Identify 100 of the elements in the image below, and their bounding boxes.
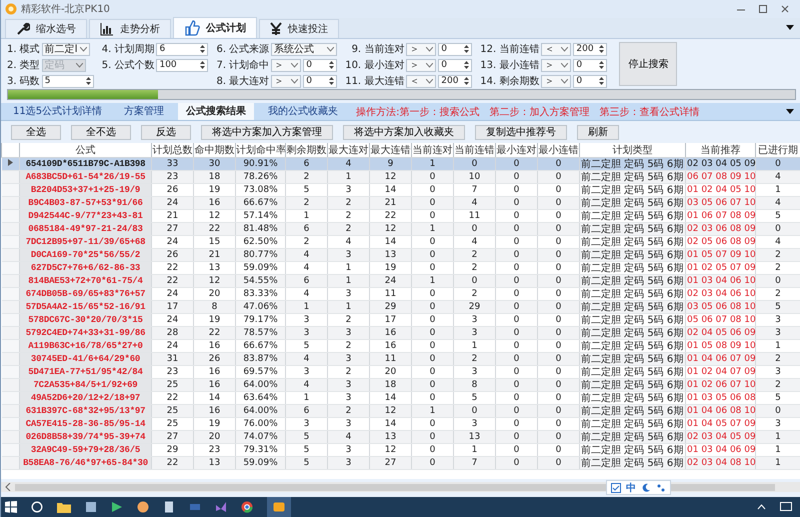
sub-tab[interactable]: 11选5公式计划详情 [5,103,110,120]
browser-icon[interactable] [241,501,253,513]
spinner-arrows-icon[interactable] [598,43,606,55]
number-field[interactable]: 0 [573,58,608,72]
operator-dropdown[interactable]: ＞ [541,74,572,88]
maximize-icon[interactable] [758,4,768,14]
dropdown-field[interactable]: 前二定l [42,42,90,56]
column-header[interactable]: 当前连对 [412,143,454,158]
dots-icon[interactable] [656,482,666,492]
column-header[interactable]: 命中期数 [194,143,236,158]
spinner-arrows-icon[interactable] [463,75,470,87]
operator-dropdown[interactable]: ＞ [406,58,436,72]
action-button[interactable]: 将选中方案加入方案管理 [201,124,333,140]
windows-icon[interactable] [5,501,17,513]
operator-dropdown[interactable]: ＜ [541,42,572,56]
spinner-arrows-icon[interactable] [463,43,470,55]
table-row[interactable]: A683BC5D+61-54*26/19-55 23 18 78.26% 2 1 12 0 10 0 0 前二定胆 定码 5码 6期 06 07 08 09 10 4 [2,170,800,184]
main-tab[interactable]: 缩水选号 [5,19,87,38]
column-header[interactable]: 公式 [20,143,152,158]
column-header[interactable]: 最小连对 [496,143,538,158]
dropdown-caret-icon[interactable] [786,25,794,31]
table-row[interactable]: 7C2A535+84/5+1/92+69 25 16 64.00% 4 3 18 0 8 0 0 前二定胆 定码 5码 6期 01 02 06 07 10 2 [2,378,800,392]
operator-dropdown[interactable]: ＞ [541,58,572,72]
search-circle-icon[interactable] [31,501,43,513]
number-field[interactable]: 0 [438,42,472,56]
close-icon[interactable] [780,4,790,14]
sub-tab[interactable]: 公式搜索结果 [178,103,254,120]
action-button[interactable]: 反选 [141,124,191,140]
dropdown-field[interactable]: 系统公式 [271,42,338,56]
main-tab[interactable]: 走势分析 [89,19,171,38]
column-header[interactable]: 计划类型 [580,143,686,158]
column-header[interactable]: 当前推荐 [686,143,756,158]
table-row[interactable]: 631B397C-68*32+95/13*97 25 16 64.00% 6 2 12 1 0 0 0 前二定胆 定码 5码 6期 01 04 06 08 10 0 [2,404,800,418]
number-field[interactable]: 100 [156,58,208,72]
number-field[interactable]: 6 [156,42,208,56]
app-icon[interactable] [85,501,97,513]
number-field[interactable]: 5 [42,74,94,88]
main-tab[interactable]: 快速投注 [259,19,339,38]
operator-dropdown[interactable]: ＜ [406,74,436,88]
number-field[interactable]: 0 [573,74,608,88]
table-cell: 0 [454,404,496,418]
folder-icon[interactable] [57,501,71,513]
column-header[interactable]: 计划总数 [152,143,194,158]
column-header[interactable]: 计划命中率 [236,143,286,158]
table-row[interactable]: 0685184-49*97-21-24/83 27 22 81.48% 6 2 12 1 0 0 0 前二定胆 定码 5码 6期 02 03 06 08 09 0 [2,222,800,236]
table-row[interactable]: B58EA8-76/46*97+65-84*30 22 13 59.09% 5 3 27 0 7 0 0 前二定胆 定码 5码 6期 02 03 04 08 10 1 [2,456,800,470]
main-tab[interactable]: 公式计划 [173,17,257,38]
scrollbar-thumb[interactable] [15,484,775,490]
column-header[interactable]: 剩余期数 [286,143,328,158]
column-header[interactable]: 最小连错 [538,143,580,158]
column-header[interactable]: 最大连错 [370,143,412,158]
play-icon[interactable] [111,501,123,513]
table-row[interactable]: 026D8B58+39/74*95-39+74 27 20 74.07% 5 4 13 0 13 0 0 前二定胆 定码 5码 6期 02 03 04 05 09 1 [2,430,800,444]
spinner-arrows-icon[interactable] [598,59,606,71]
action-button[interactable]: 刷新 [577,124,619,140]
table-row[interactable]: 57D5A4A2-15/65*52-16/91 17 8 47.06% 1 1 29 0 29 0 0 前二定胆 定码 5码 6期 03 05 06 08 10 5 [2,300,800,314]
sub-tab[interactable]: 方案管理 [116,103,172,120]
notification-icon[interactable] [780,502,792,512]
ime-mode-label[interactable]: 中 [626,480,636,494]
table-row[interactable]: 654109D*6511B79C-A1B398 33 30 90.91% 6 4 9 1 0 0 0 前二定胆 定码 5码 6期 02 03 04 05 09 0 [2,158,800,170]
action-button[interactable]: 复制选中推荐号 [475,124,567,140]
number-field[interactable]: 0 [438,58,472,72]
number-field[interactable]: 200 [573,42,608,56]
action-button[interactable]: 全选 [11,124,61,140]
action-button[interactable]: 全不选 [71,124,131,140]
moon-icon[interactable] [641,482,651,492]
number-field[interactable]: 200 [438,74,472,88]
stop-search-button[interactable]: 停止搜索 [619,42,678,86]
checkbox-icon[interactable] [611,482,621,492]
operator-dropdown[interactable]: ＞ [271,58,302,72]
number-field[interactable]: 0 [303,74,338,88]
app-icon[interactable] [137,501,149,513]
number-field[interactable]: 0 [303,58,338,72]
column-header[interactable]: 已进行期 [756,143,800,158]
column-header[interactable]: 最大连对 [328,143,370,158]
active-app-icon[interactable] [267,497,291,517]
table-row[interactable]: 30745ED-41/6+64/29*60 31 26 83.87% 4 3 11 0 2 0 0 前二定胆 定码 5码 6期 01 04 06 07 09 2 [2,352,800,366]
table-row[interactable]: 814BAE53+72+70*61-75/4 22 12 54.55% 6 1 24 1 0 0 0 前二定胆 定码 5码 6期 01 03 04 06 10 0 [2,274,800,288]
app-icon[interactable] [215,501,227,513]
spinner-arrows-icon[interactable] [598,75,606,87]
chevron-up-icon[interactable] [757,504,766,510]
spinner-arrows-icon[interactable] [199,59,206,71]
table-row[interactable]: B9C4B03-87-57+53*91/66 24 16 66.67% 2 2 21 0 4 0 0 前二定胆 定码 5码 6期 03 05 06 07 10 4 [2,196,800,210]
spinner-arrows-icon[interactable] [199,43,206,55]
dropdown-caret-icon[interactable] [786,108,794,114]
spinner-arrows-icon[interactable] [328,59,336,71]
table-row[interactable]: 5792C4ED+74+33+31-99/86 28 22 78.57% 3 3 16 0 3 0 0 前二定胆 定码 5码 6期 02 04 05 06 09 3 [2,326,800,340]
document-icon[interactable] [163,501,175,513]
operator-dropdown[interactable]: ＞ [406,42,436,56]
operator-dropdown[interactable]: ＞ [271,74,302,88]
spinner-arrows-icon[interactable] [463,59,470,71]
formula-cell: 7C2A535+84/5+1/92+69 [20,378,152,392]
column-header[interactable]: 当前连错 [454,143,496,158]
table-cell: 27 [152,430,194,444]
spinner-arrows-icon[interactable] [84,75,92,87]
action-button[interactable]: 将选中方案加入收藏夹 [343,124,465,140]
table-row[interactable]: D0CA169-70*25*56/55/2 26 21 80.77% 4 3 13 0 2 0 0 前二定胆 定码 5码 6期 01 05 07 09 10 2 [2,248,800,262]
scroll-left-icon[interactable] [5,483,11,491]
spinner-arrows-icon[interactable] [328,75,336,87]
sub-tab[interactable]: 我的公式收藏夹 [260,103,346,120]
